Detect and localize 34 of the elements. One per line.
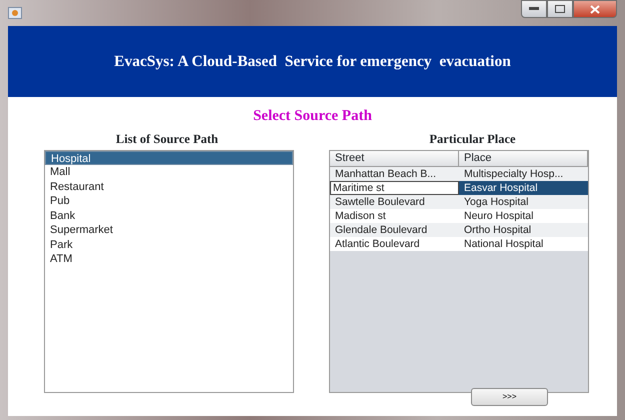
close-icon: [590, 4, 600, 14]
maximize-button[interactable]: [547, 0, 573, 18]
table-cell: Multispecialty Hosp...: [459, 166, 588, 180]
table-cell: Atlantic Boulevard: [330, 236, 459, 250]
minimize-icon: [529, 7, 539, 11]
list-item[interactable]: Restaurant: [45, 180, 293, 194]
list-item[interactable]: Mall: [45, 165, 293, 180]
section-heading: Select Source Path: [252, 107, 373, 126]
table-cell: Sawtelle Boulevard: [330, 194, 459, 208]
column-header[interactable]: Place: [459, 150, 588, 166]
list-item[interactable]: Supermarket: [45, 223, 293, 238]
list-heading: List of Source Path: [114, 130, 220, 148]
table-cell: Neuro Hospital: [459, 208, 588, 222]
table-cell: Ortho Hospital: [459, 222, 588, 236]
app-icon: [8, 7, 22, 19]
table-cell: Glendale Boulevard: [330, 222, 459, 236]
maximize-icon: [555, 5, 565, 13]
list-item[interactable]: Bank: [45, 208, 293, 223]
list-item[interactable]: Park: [45, 238, 293, 252]
table-cell: Madison st: [330, 208, 459, 222]
table-cell: Manhattan Beach B...: [330, 166, 459, 180]
next-button[interactable]: >>>: [471, 388, 548, 406]
table-cell: Maritime st: [330, 180, 459, 194]
close-button[interactable]: [573, 0, 617, 18]
column-header[interactable]: Street: [330, 150, 459, 166]
list-item[interactable]: Pub: [45, 194, 293, 208]
table-cell: Yoga Hospital: [459, 194, 588, 208]
app-title: EvacSys: A Cloud-Based Service for emergency evacuation: [114, 52, 511, 72]
minimize-button[interactable]: [521, 0, 547, 18]
table-cell: National Hospital: [459, 236, 588, 250]
table-cell: Easvar Hospital: [459, 180, 588, 194]
table-heading: Particular Place: [428, 130, 517, 148]
list-item[interactable]: ATM: [45, 252, 293, 266]
list-item[interactable]: Hospital: [45, 150, 293, 165]
